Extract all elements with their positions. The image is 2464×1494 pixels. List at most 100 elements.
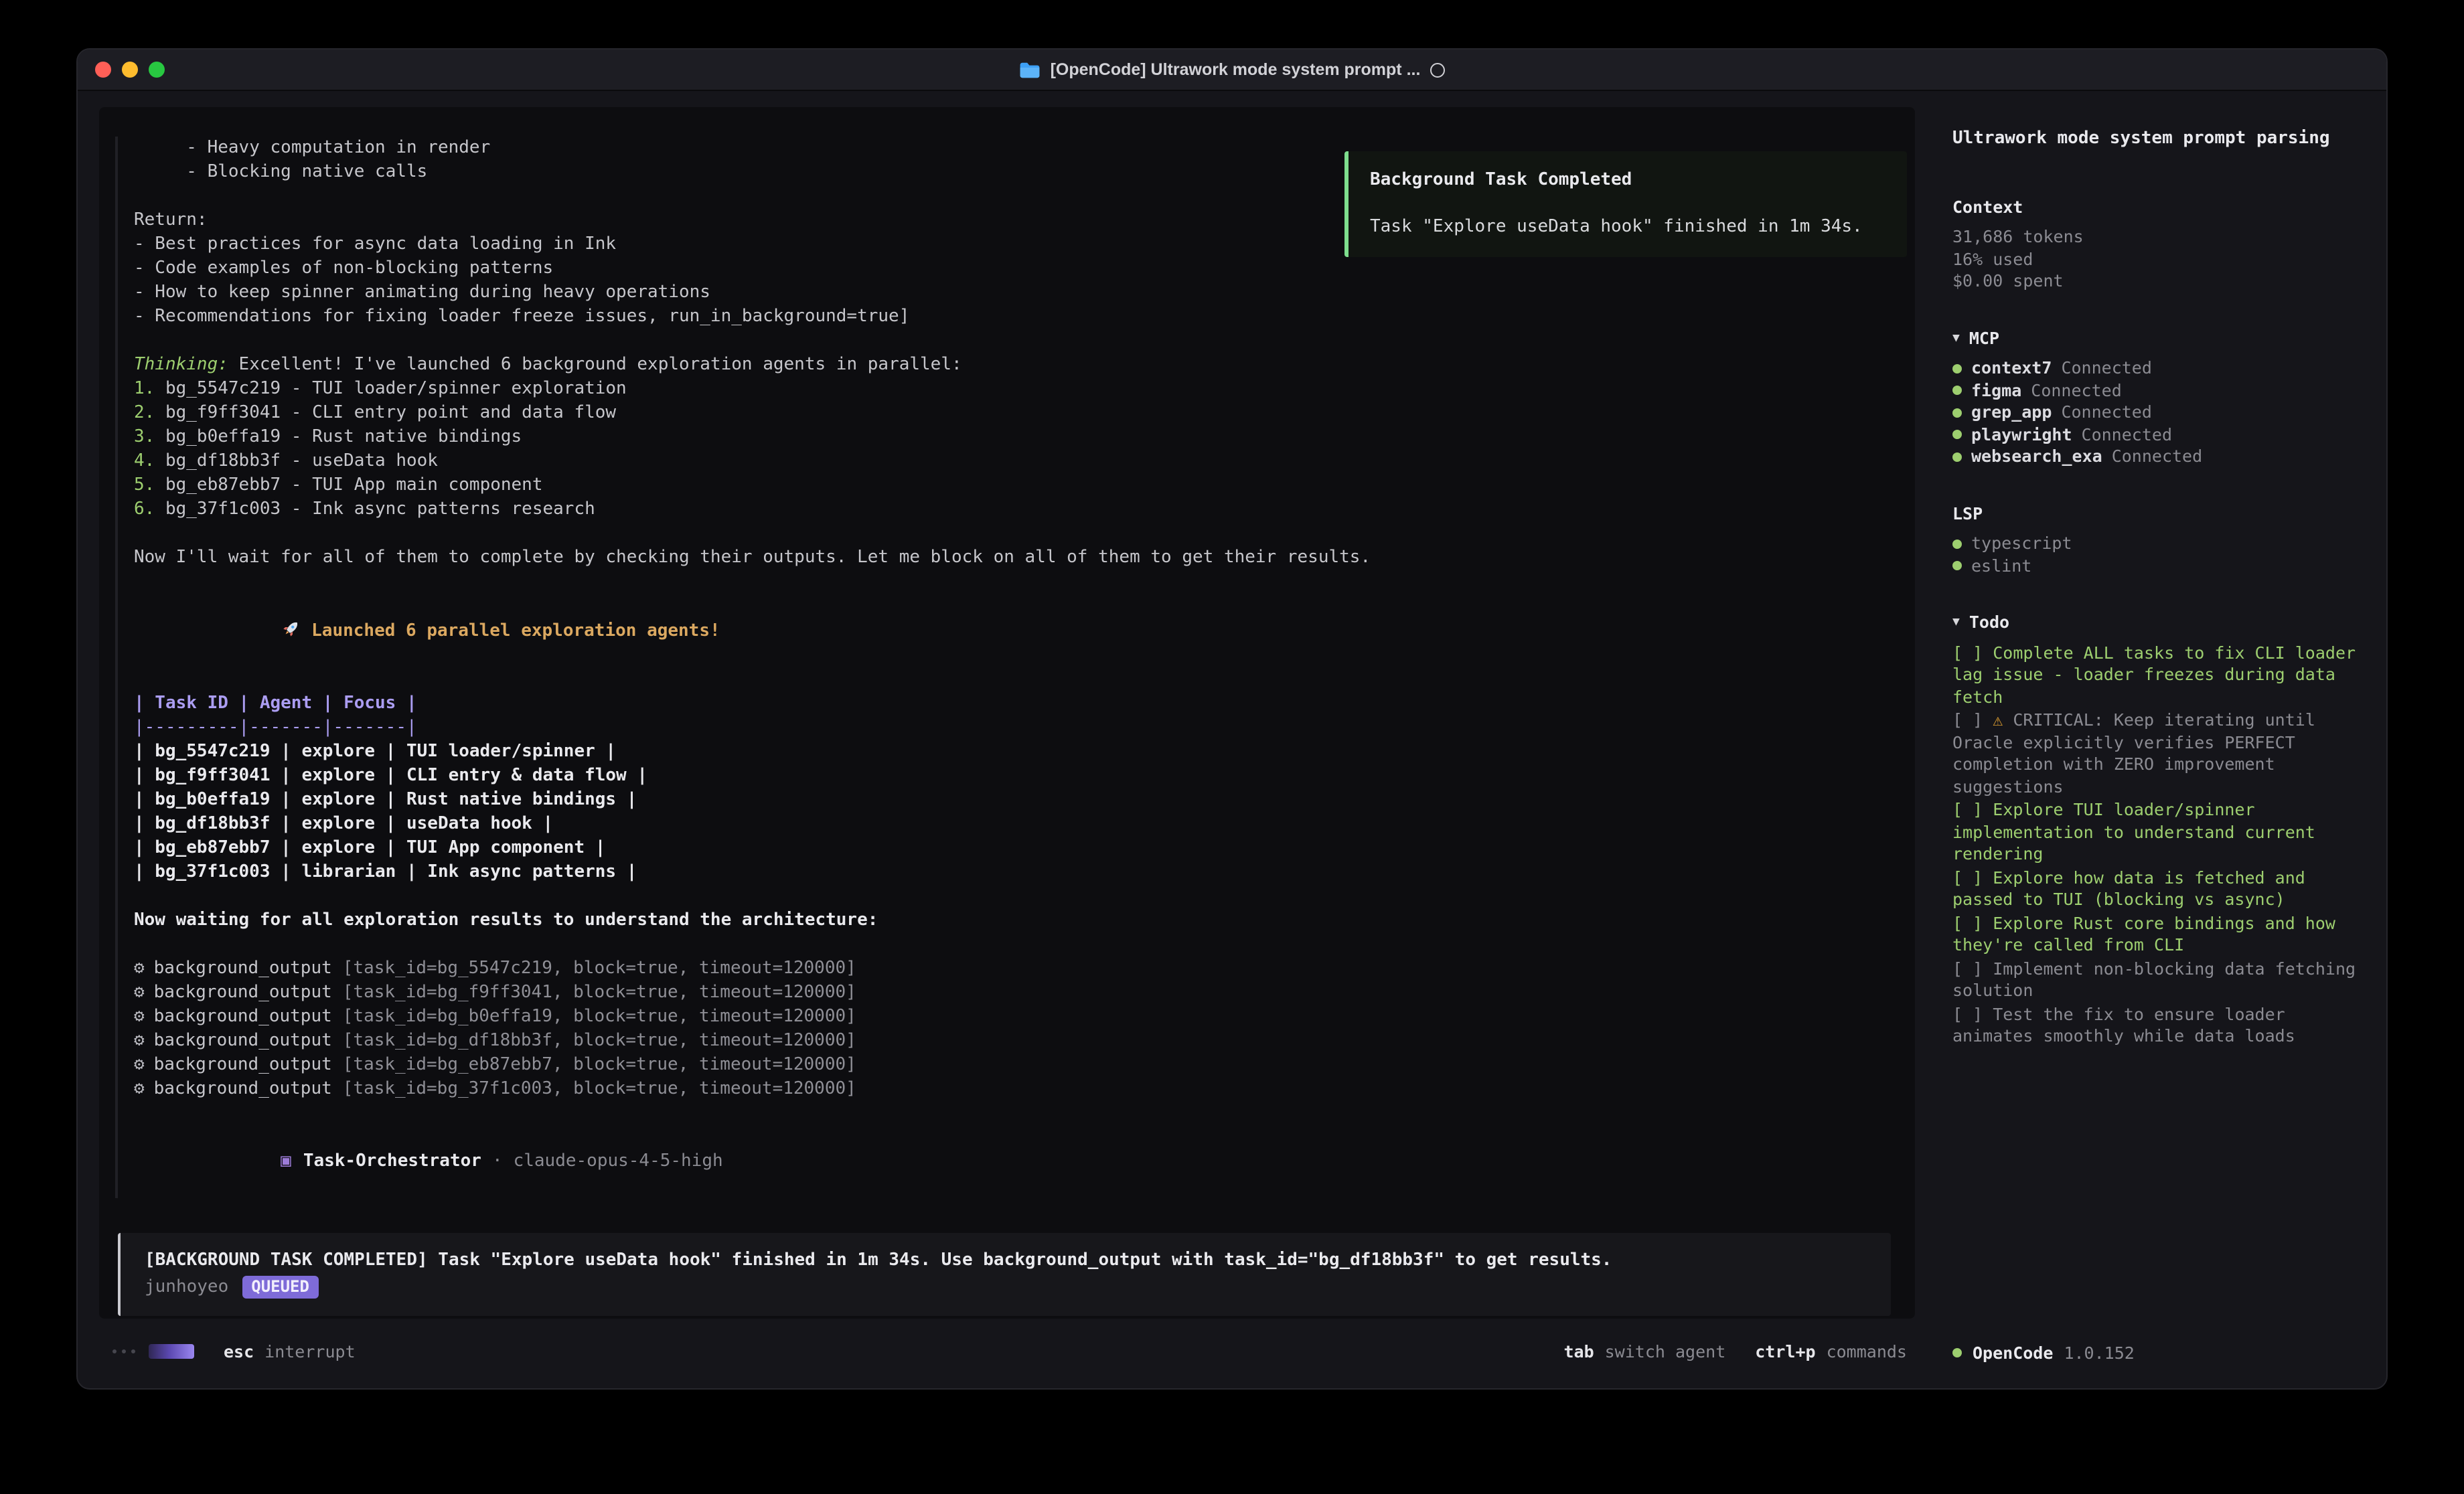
toast-title: Background Task Completed	[1370, 169, 1885, 193]
todo-text: Implement non-blocking data fetching sol…	[1952, 958, 2366, 1000]
conversation-pane[interactable]: - Heavy computation in render - Blocking…	[99, 107, 1915, 1319]
list-text: bg_eb87ebb7 - TUI App main component	[155, 475, 542, 495]
table-header: | Task ID | Agent | Focus |	[134, 692, 1883, 716]
mcp-server-status: Connected	[2061, 357, 2151, 380]
agent-id-list: 1. bg_5547c219 - TUI loader/spinner expl…	[134, 378, 1883, 522]
background-task-toast[interactable]: Background Task Completed Task "Explore …	[1344, 151, 1907, 257]
queued-badge: QUEUED	[242, 1276, 319, 1299]
ctrlp-key: ctrl+p	[1755, 1341, 1815, 1361]
minimize-button[interactable]	[122, 62, 138, 78]
tool-args: [task_id=bg_5547c219, block=true, timeou…	[343, 959, 856, 979]
toast-body: Task "Explore useData hook" finished in …	[1370, 216, 1885, 240]
wait-paragraph: Now I'll wait for all of them to complet…	[134, 546, 1883, 570]
tab-label: switch agent	[1605, 1341, 1726, 1361]
todo-checkbox: [ ]	[1952, 867, 1993, 887]
app-name: OpenCode	[1973, 1342, 2053, 1364]
screen: [OpenCode] Ultrawork mode system prompt …	[0, 0, 2464, 1494]
tool-name: background_output	[154, 983, 332, 1003]
todo-checkbox: [ ]	[1952, 799, 1993, 819]
tool-name: background_output	[154, 1055, 332, 1075]
list-number: 3.	[134, 427, 155, 447]
tool-name: background_output	[154, 959, 332, 979]
context-spent: $0.00 spent	[1952, 270, 2368, 293]
list-number: 2.	[134, 403, 155, 423]
thinking-label: Thinking:	[134, 355, 228, 375]
tool-call-line: ⚙ background_output [task_id=bg_f9ff3041, …	[134, 981, 1883, 1005]
system-message-text: [BACKGROUND TASK COMPLETED] Task "Explor…	[145, 1249, 1867, 1273]
status-dot-icon	[1952, 540, 1962, 549]
activity-dots-icon	[112, 1349, 135, 1353]
status-bar-right: tabswitch agent ctrl+p commands	[1534, 1341, 1907, 1361]
record-circle-icon	[1430, 62, 1444, 77]
agent-list-item: 4. bg_df18bb3f - useData hook	[134, 450, 1883, 474]
table-separator: |---------|-------|-------|	[134, 716, 1883, 740]
mcp-section: ▼MCP context7Connected figmaConnected gr…	[1952, 327, 2368, 468]
gear-icon: ⚙	[134, 1079, 145, 1099]
context-section: Context 31,686 tokens 16% used $0.00 spe…	[1952, 196, 2368, 293]
mcp-server-status: Connected	[2031, 380, 2121, 402]
gear-icon: ⚙	[134, 1055, 145, 1075]
gear-icon: ⚙	[134, 959, 145, 979]
tool-name: background_output	[154, 1007, 332, 1027]
agent-status-line: ▣Task-Orchestrator·claude-opus-4-5-high	[134, 1126, 1883, 1198]
tool-args: [task_id=bg_f9ff3041, block=true, timeou…	[343, 983, 856, 1003]
todo-list: [ ] Complete ALL tasks to fix CLI loader…	[1952, 642, 2368, 1048]
todo-text: Explore Rust core bindings and how they'…	[1952, 912, 2345, 954]
todo-item: [ ] ⚠ CRITICAL: Keep iterating until Ora…	[1952, 710, 2368, 798]
lsp-server-item: eslint	[1952, 555, 2368, 577]
tool-name: background_output	[154, 1031, 332, 1051]
tool-call-line: ⚙background_output[task_id=bg_df18bb3f, …	[134, 1029, 1883, 1054]
mcp-server-list: context7Connected figmaConnected grep_ap…	[1952, 357, 2368, 468]
chevron-down-icon: ▼	[1952, 327, 1960, 349]
esc-hint: esc interrupt	[224, 1341, 356, 1361]
mcp-section-header[interactable]: ▼ MCP	[1952, 327, 2368, 349]
tool-call-line: ⚙background_output[task_id=bg_37f1c003, …	[134, 1078, 1883, 1102]
list-number: 4.	[134, 451, 155, 471]
status-bar: esc interrupt tabswitch agent ctrl+p comma…	[99, 1319, 1915, 1372]
gear-icon: ⚙	[134, 1007, 145, 1027]
thinking-text: Excellent! I've launched 6 background ex…	[228, 355, 962, 375]
traffic-lights	[95, 50, 165, 90]
gear-icon: ⚙	[134, 983, 145, 1003]
tab-hint: tabswitch agent	[1563, 1341, 1725, 1361]
agent-list-item: 6. bg_37f1c003 - Ink async patterns rese…	[134, 498, 1883, 522]
titlebar: [OpenCode] Ultrawork mode system prompt …	[78, 50, 2386, 91]
agent-list-item: 5. bg_eb87ebb7 - TUI App main component	[134, 474, 1883, 498]
tool-args: [task_id=bg_eb87ebb7, block=true, timeou…	[343, 1055, 856, 1075]
lsp-section-header: LSP	[1952, 503, 2368, 525]
mcp-server-name: context7	[1971, 357, 2052, 380]
table-row: | bg_5547c219 | explore | TUI loader/spi…	[134, 740, 1883, 764]
todo-text: Complete ALL tasks to fix CLI loader lag…	[1952, 642, 2366, 706]
table-row: | bg_b0effa19 | explore | Rust native bi…	[134, 788, 1883, 813]
status-dot-icon	[1952, 430, 1962, 440]
todo-text: Explore how data is fetched and passed t…	[1952, 867, 2315, 909]
waiting-line: Now waiting for all exploration results …	[134, 909, 1883, 933]
mcp-server-status: Connected	[2112, 446, 2202, 468]
gear-icon: ⚙	[134, 1031, 145, 1051]
mcp-server-item: context7 Connected	[1952, 357, 2368, 380]
todo-section-header[interactable]: ▼Todo	[1952, 612, 2368, 634]
list-number: 5.	[134, 475, 155, 495]
close-button[interactable]	[95, 62, 111, 78]
todo-checkbox: [ ]	[1952, 912, 1993, 932]
todo-checkbox: [ ]	[1952, 710, 1993, 730]
list-number: 1.	[134, 379, 155, 399]
zoom-button[interactable]	[149, 62, 165, 78]
esc-label: interrupt	[264, 1341, 355, 1361]
table-row: | bg_37f1c003 | librarian | Ink async pa…	[134, 861, 1883, 885]
folder-icon	[1020, 61, 1041, 78]
rocket-icon	[281, 618, 301, 639]
mcp-server-name: figma	[1971, 380, 2021, 402]
commands-label: commands	[1827, 1341, 1907, 1361]
mcp-server-status: Connected	[2061, 402, 2151, 424]
mcp-server-item: grep_appConnected	[1952, 402, 2368, 424]
todo-checkbox: [ ]	[1952, 642, 1993, 662]
lsp-label: LSP	[1952, 503, 1983, 525]
app-version: 1.0.152	[2064, 1342, 2134, 1364]
lsp-server-list: typescript eslint	[1952, 533, 2368, 577]
mcp-server-name: playwright	[1971, 424, 2072, 446]
esc-key: esc	[224, 1341, 254, 1361]
mcp-label: MCP	[1969, 327, 1999, 349]
app-version-footer: OpenCode 1.0.152	[1952, 1342, 2368, 1367]
tool-name: background_output	[154, 1079, 332, 1099]
